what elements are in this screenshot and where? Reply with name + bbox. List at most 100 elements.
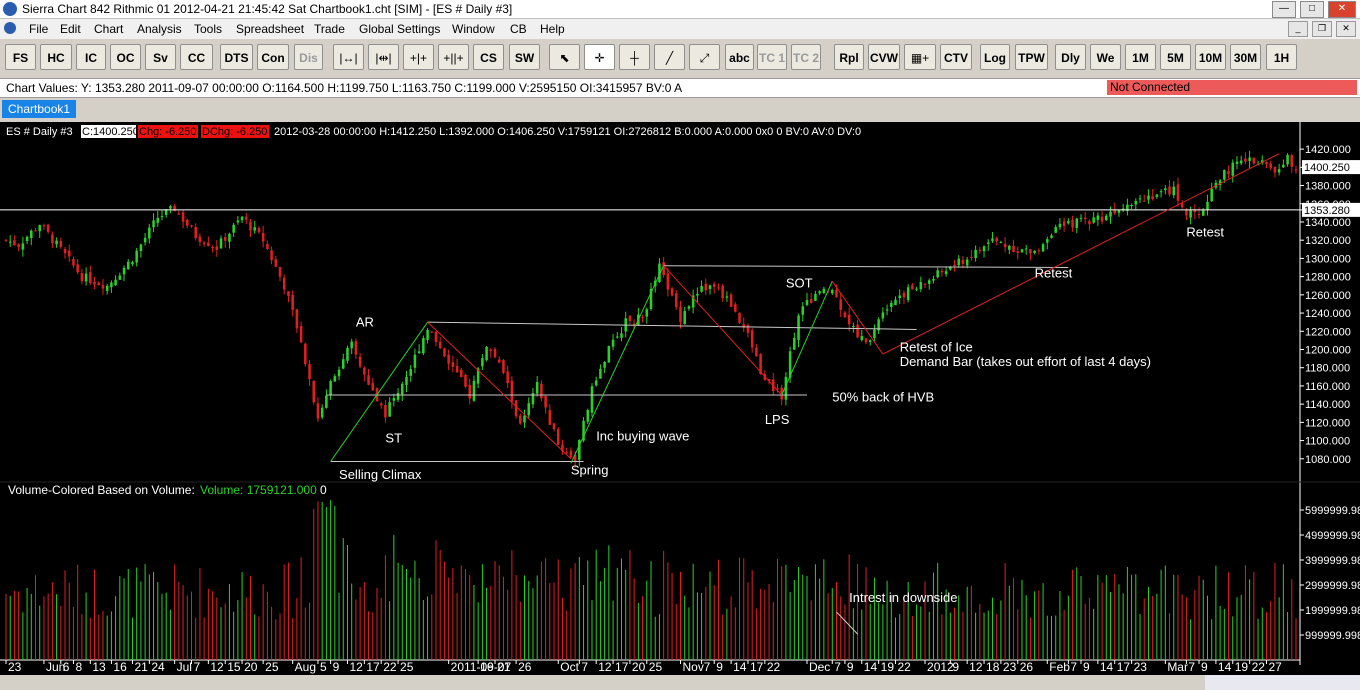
toolbar-button-dly[interactable]: Dly [1055,44,1086,70]
scale-icon[interactable]: +|+ [403,44,434,70]
menu-global-settings[interactable]: Global Settings [359,22,440,36]
menu-spreadsheet[interactable]: Spreadsheet [236,22,304,36]
volume-tick-label: 5999999.98 [1305,505,1360,517]
candle-body [1201,210,1205,216]
toolbar-button-5m[interactable]: 5M [1160,44,1191,70]
date-tick-label: 9 [716,660,723,674]
candle-body [118,275,122,280]
ray-tool-icon[interactable]: ⤢ [689,44,720,70]
menu-window[interactable]: Window [452,22,495,36]
toolbar-button-log[interactable]: Log [980,44,1010,70]
candle-body [999,241,1003,243]
candle-body [847,314,851,325]
line-tool-icon[interactable]: ╱ [654,44,685,70]
toolbar-button-1h[interactable]: 1H [1266,44,1297,70]
volume-legend-label: Volume-Colored Based on Volume: [8,483,195,497]
toolbar-button-con[interactable]: Con [257,44,289,70]
menu-analysis[interactable]: Analysis [137,22,182,36]
price-tick-label: 1320.000 [1305,235,1351,247]
candle-body [1134,200,1138,205]
cursor-value-icon[interactable]: ┼ [619,44,650,70]
mdi-restore-icon[interactable]: ❐ [1312,21,1332,37]
toolbar-button-sv[interactable]: Sv [145,44,176,70]
tab-chartbook1[interactable]: Chartbook1 [2,100,77,118]
maximize-icon[interactable]: □ [1300,1,1324,18]
date-tick-label: 9 [1201,660,1208,674]
zoom-in-icon[interactable]: |↔| [333,44,364,70]
candle-body [1008,245,1011,250]
chart-background [0,122,1360,675]
candle-body [190,225,193,227]
mdi-minimize-icon[interactable]: _ [1288,21,1308,37]
candle-body [485,346,488,361]
candle-body [1079,217,1083,219]
menu-edit[interactable]: Edit [60,22,81,36]
candle-body [236,220,240,223]
date-tick-label: 7 [834,660,841,674]
date-tick-label: Aug [295,660,316,674]
toolbar-button-10m[interactable]: 10M [1195,44,1226,70]
toolbar-button-30m[interactable]: 30M [1230,44,1261,70]
chart-annotation: Retest [1035,266,1073,281]
candle-body [126,261,130,270]
menu-file[interactable]: File [29,22,48,36]
candle-body [194,227,197,238]
pointer-icon[interactable]: ⬉ [549,44,580,70]
candle-body [304,343,307,365]
candle-body [122,267,126,275]
crosshair-icon[interactable]: ✛ [584,44,615,70]
chart-area[interactable]: ES # Daily #3 C:1400.250 Chg: -6.250 DChg: … [0,122,1360,678]
candle-body [544,395,547,408]
toolbar-button-dts[interactable]: DTS [220,44,253,70]
candle-body [25,236,29,242]
menu-trade[interactable]: Trade [314,22,345,36]
toolbar-button-cvw[interactable]: CVW [868,44,900,70]
candle-body [565,452,568,454]
candle-body [607,346,611,363]
close-icon[interactable]: ✕ [1328,1,1356,18]
spacing-icon[interactable]: +||+ [438,44,469,70]
price-chart[interactable]: ES # Daily #3 C:1400.250 Chg: -6.250 DChg: … [0,122,1360,675]
toolbar-button-dis[interactable]: Dis [294,44,323,70]
grid-plus-icon[interactable]: ▦+ [904,44,936,70]
date-tick-label: 8 [75,660,82,674]
mdi-controls: _ ❐ ✕ [1288,21,1356,37]
candle-body [468,384,471,399]
candle-body [1189,210,1192,218]
volume-tick-label: 3999999.98 [1305,555,1360,567]
toolbar-button-cc[interactable]: CC [180,44,213,70]
toolbar-button-fs[interactable]: FS [5,44,36,70]
toolbar-button-rpl[interactable]: Rpl [834,44,864,70]
mdi-close-icon[interactable]: ✕ [1336,21,1356,37]
menu-tools[interactable]: Tools [194,22,222,36]
menu-help[interactable]: Help [540,22,565,36]
candle-body [704,283,708,291]
toolbar-button-1m[interactable]: 1M [1125,44,1156,70]
candle-body [72,259,75,266]
menu-chart[interactable]: Chart [94,22,123,36]
toolbar-button-hc[interactable]: HC [40,44,72,70]
chart-bar-details: 2012-03-28 00:00:00 H:1412.250 L:1392.00… [274,126,861,138]
toolbar-button-tpw[interactable]: TPW [1015,44,1048,70]
toolbar-button-we[interactable]: We [1090,44,1121,70]
toolbar-button-ic[interactable]: IC [76,44,106,70]
toolbar-button-sw[interactable]: SW [509,44,540,70]
toolbar-button-oc[interactable]: OC [110,44,141,70]
candle-body [97,282,101,286]
candle-body [1277,169,1281,173]
candle-body [110,282,113,288]
candle-body [55,240,58,245]
candle-body [1016,251,1020,253]
candle-body [1176,184,1180,201]
date-tick-label: 21 [497,660,511,674]
candle-body [1164,188,1167,191]
toolbar-button-ctv[interactable]: CTV [940,44,972,70]
toolbar-button-abc[interactable]: abc [725,44,754,70]
zoom-out-icon[interactable]: |⇹| [368,44,399,70]
candle-body [822,288,826,293]
toolbar-button-cs[interactable]: CS [473,44,504,70]
minimize-icon[interactable]: — [1272,1,1296,18]
toolbar-button-tc1[interactable]: TC 1 [757,44,787,70]
menu-cb[interactable]: CB [510,22,527,36]
toolbar-button-tc2[interactable]: TC 2 [791,44,821,70]
